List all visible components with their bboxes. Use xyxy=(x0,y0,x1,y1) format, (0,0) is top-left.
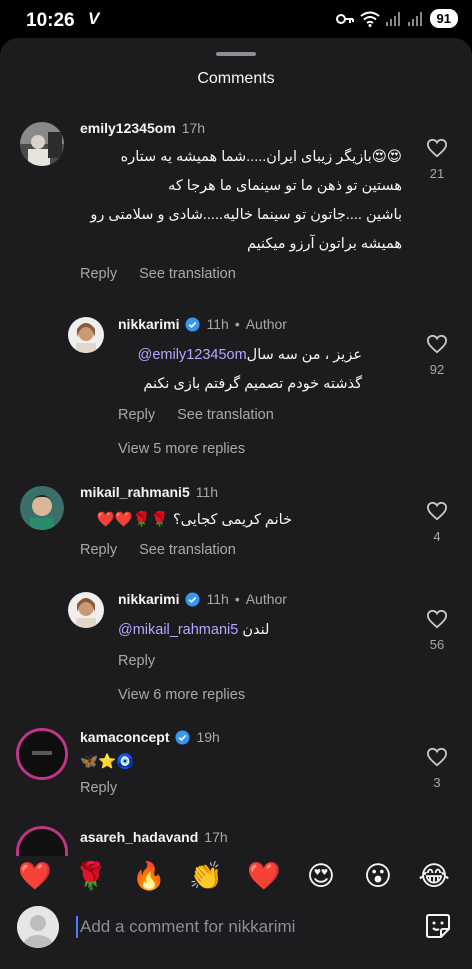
comment-text: خانم کریمی کجایی؟ 🌹🌹❤️❤️ xyxy=(96,512,292,528)
signal-icon xyxy=(385,11,400,26)
comment-time: 19h xyxy=(196,729,220,745)
verified-badge-icon xyxy=(175,729,191,745)
comment-time: 11h xyxy=(195,484,219,500)
comment-username[interactable]: asareh_hadavand 17h xyxy=(80,829,228,845)
comment-time: 17h xyxy=(181,120,206,136)
comment-line: همیشه براتون آرزو میکنیم xyxy=(246,236,402,252)
like-count: 21 xyxy=(429,166,445,181)
reply-button[interactable]: Reply xyxy=(80,266,117,282)
author-badge: Author xyxy=(245,316,287,332)
composer-avatar xyxy=(17,906,59,948)
comment-input[interactable]: Add a comment for nikkarimi xyxy=(76,916,295,938)
comment-username[interactable]: emily12345om 17h xyxy=(80,120,205,136)
heart-icon xyxy=(426,501,448,521)
status-time: 10:26 xyxy=(26,10,75,31)
like-count: 3 xyxy=(433,775,441,790)
see-translation-button[interactable]: See translation xyxy=(177,407,274,423)
username-text[interactable]: asareh_hadavand xyxy=(80,829,198,845)
like-button[interactable]: 92 xyxy=(422,334,452,377)
reply-time: 11h xyxy=(206,316,229,332)
battery-indicator: 91 xyxy=(429,9,458,28)
carrier-icon: V xyxy=(88,9,100,28)
like-count: 92 xyxy=(429,362,445,377)
avatar[interactable] xyxy=(16,728,68,780)
reply-time: 11h xyxy=(206,591,229,607)
like-button[interactable]: 4 xyxy=(422,501,452,544)
avatar[interactable] xyxy=(68,592,104,628)
comment-actions: Reply See translation xyxy=(80,266,236,282)
mention-link[interactable]: @emily12345om xyxy=(138,347,247,363)
wifi-icon xyxy=(359,11,380,27)
view-more-replies-button[interactable]: View 6 more replies xyxy=(118,687,245,703)
emoji-reaction-bar: ❤️ 🌹 🔥 👏 ❤️ 😍 😮 😂 xyxy=(0,856,472,900)
emoji-rose[interactable]: 🌹 xyxy=(73,856,109,896)
reply-button[interactable]: Reply xyxy=(80,542,117,558)
comment-line: باشین ....جاتون تو سینما خالیه.....شادی … xyxy=(90,207,402,223)
mention-link[interactable]: @mikail_rahmani5 xyxy=(118,622,238,638)
emoji-fire[interactable]: 🔥 xyxy=(131,856,167,896)
heart-icon xyxy=(426,609,448,629)
see-translation-button[interactable]: See translation xyxy=(139,542,236,558)
emoji-heart[interactable]: ❤️ xyxy=(17,856,53,896)
avatar[interactable] xyxy=(68,317,104,353)
emoji-clap[interactable]: 👏 xyxy=(188,856,224,896)
reply-line: عزیز ، من سه سال@emily12345om xyxy=(102,341,362,370)
view-more-replies-button[interactable]: View 5 more replies xyxy=(118,441,245,457)
like-button[interactable]: 3 xyxy=(422,747,452,790)
comment-line: 😍😍بازیگر زیبای ایران.....شما همیشه یه ست… xyxy=(120,149,402,165)
reply-button[interactable]: Reply xyxy=(118,407,155,423)
heart-icon xyxy=(426,138,448,158)
username-text[interactable]: mikail_rahmani5 xyxy=(80,484,190,500)
comment-composer: Add a comment for nikkarimi xyxy=(0,900,472,969)
comment-time: 17h xyxy=(204,829,228,845)
signal-icon-2 xyxy=(407,11,422,26)
comment-username[interactable]: kamaconcept 19h xyxy=(80,729,220,745)
username-text[interactable]: kamaconcept xyxy=(80,729,169,745)
status-bar: 10:26 V 91 xyxy=(0,0,472,40)
like-count: 4 xyxy=(433,529,441,544)
comment-actions: Reply xyxy=(80,780,117,796)
heart-icon xyxy=(426,334,448,354)
reply-line: گذشته خودم تصمیم گرفتم بازی نکنم xyxy=(143,376,362,392)
verified-badge-icon xyxy=(185,591,201,607)
emoji-heart-eyes[interactable]: 😍 xyxy=(303,856,339,896)
emoji-tears-of-joy[interactable]: 😂 xyxy=(416,856,452,896)
username-text[interactable]: nikkarimi xyxy=(118,316,179,332)
reply-line-text: عزیز ، من سه سال xyxy=(246,347,362,363)
reply-button[interactable]: Reply xyxy=(80,780,117,796)
emoji-surprised[interactable]: 😮 xyxy=(360,856,396,896)
avatar[interactable] xyxy=(20,486,64,530)
status-icons: 91 xyxy=(335,9,458,28)
username-text[interactable]: nikkarimi xyxy=(118,591,179,607)
author-separator: • xyxy=(234,316,240,332)
reply-actions: Reply xyxy=(118,653,155,669)
author-separator: • xyxy=(234,591,240,607)
reply-text: @mikail_rahmani5 لندن xyxy=(118,616,318,645)
comment-line: هستین تو ذهن ما تو سینمای ما هرجا که xyxy=(168,178,402,194)
like-button[interactable]: 56 xyxy=(422,609,452,652)
reply-username[interactable]: nikkarimi 11h • Author xyxy=(118,316,287,332)
author-badge: Author xyxy=(245,591,287,607)
comment-actions: Reply See translation xyxy=(80,542,236,558)
comment-text: 🦋⭐🧿 xyxy=(80,754,135,770)
emoji-heart-2[interactable]: ❤️ xyxy=(246,856,282,896)
sticker-icon[interactable] xyxy=(424,912,452,940)
reply-text: عزیز ، من سه سال@emily12345om گذشته خودم… xyxy=(102,341,362,399)
avatar[interactable] xyxy=(20,122,64,166)
reply-text-rest: لندن xyxy=(238,622,270,638)
verified-badge-icon xyxy=(185,316,201,332)
username-text[interactable]: emily12345om xyxy=(80,120,176,136)
like-button[interactable]: 21 xyxy=(422,138,452,181)
reply-username[interactable]: nikkarimi 11h • Author xyxy=(118,591,287,607)
reply-button[interactable]: Reply xyxy=(118,653,155,669)
like-count: 56 xyxy=(429,637,445,652)
comment-text: 😍😍بازیگر زیبای ایران.....شما همیشه یه ست… xyxy=(62,143,402,259)
heart-icon xyxy=(426,747,448,767)
sheet-title: Comments xyxy=(197,70,275,87)
see-translation-button[interactable]: See translation xyxy=(139,266,236,282)
drag-handle[interactable] xyxy=(216,52,256,56)
reply-actions: Reply See translation xyxy=(118,407,274,423)
key-icon xyxy=(335,13,354,24)
comment-username[interactable]: mikail_rahmani5 11h xyxy=(80,484,218,500)
